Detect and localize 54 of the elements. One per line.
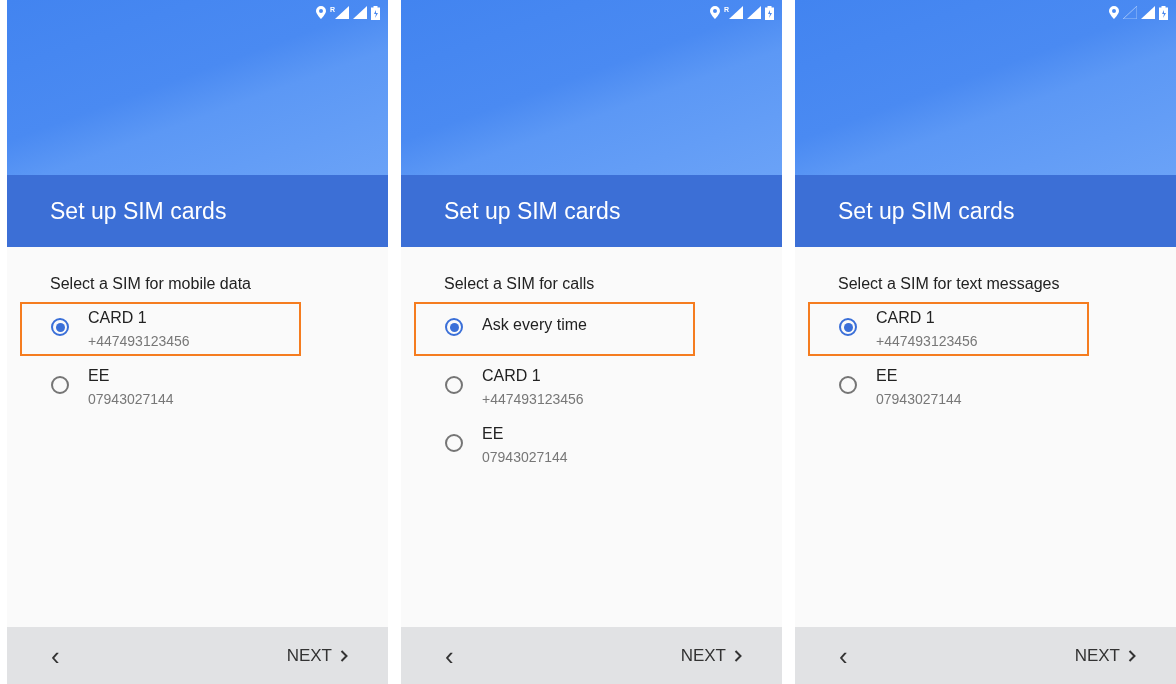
sim-option[interactable]: CARD 1 +447493123456 <box>808 302 1089 356</box>
next-button[interactable]: NEXT <box>286 645 348 666</box>
location-icon <box>315 6 326 19</box>
radio-button[interactable] <box>51 376 69 394</box>
chevron-right-icon <box>734 649 742 662</box>
radio-button[interactable] <box>839 376 857 394</box>
back-button[interactable]: ‹ <box>835 642 852 669</box>
prompt-text: Select a SIM for mobile data <box>49 275 252 293</box>
battery-icon <box>765 6 774 20</box>
radio-button[interactable] <box>445 318 463 336</box>
signal-icon <box>335 6 349 19</box>
phone-number: 07943027144 <box>482 449 568 465</box>
phone-number: 07943027144 <box>88 391 174 407</box>
signal-icon <box>1123 6 1137 19</box>
option-name: CARD 1 <box>482 367 542 385</box>
next-button[interactable]: NEXT <box>680 645 742 666</box>
location-icon <box>709 6 720 19</box>
phone-number: +447493123456 <box>876 333 978 349</box>
option-name: EE <box>876 367 899 385</box>
option-name: Ask every time <box>482 316 587 334</box>
screen-title: Set up SIM cards <box>444 197 621 225</box>
back-button[interactable]: ‹ <box>47 642 64 669</box>
chevron-right-icon <box>1128 649 1136 662</box>
phone-number: +447493123456 <box>482 391 584 407</box>
option-name: CARD 1 <box>876 309 936 327</box>
chevron-right-icon <box>340 649 348 662</box>
screen-title: Set up SIM cards <box>838 197 1015 225</box>
sim-option[interactable]: CARD 1 +447493123456 <box>20 302 301 356</box>
radio-button[interactable] <box>839 318 857 336</box>
sim-option[interactable]: EE 07943027144 <box>414 418 695 472</box>
option-name: EE <box>88 367 111 385</box>
signal-icon <box>747 6 761 19</box>
battery-icon <box>1159 6 1168 20</box>
radio-button[interactable] <box>445 376 463 394</box>
option-name: CARD 1 <box>88 309 148 327</box>
signal-icon <box>353 6 367 19</box>
back-button[interactable]: ‹ <box>441 642 458 669</box>
phone-number: 07943027144 <box>876 391 962 407</box>
next-button[interactable]: NEXT <box>1074 645 1136 666</box>
option-name: EE <box>482 425 505 443</box>
sim-option[interactable]: Ask every time <box>414 302 695 356</box>
sim-option[interactable]: EE 07943027144 <box>20 360 301 414</box>
radio-button[interactable] <box>51 318 69 336</box>
sim-option[interactable]: CARD 1 +447493123456 <box>414 360 695 414</box>
screen-title: Set up SIM cards <box>50 197 227 225</box>
phone-number: +447493123456 <box>88 333 190 349</box>
sim-option[interactable]: EE 07943027144 <box>808 360 1089 414</box>
battery-icon <box>371 6 380 20</box>
signal-icon <box>729 6 743 19</box>
prompt-text: Select a SIM for text messages <box>837 275 1061 293</box>
radio-button[interactable] <box>445 434 463 452</box>
location-icon <box>1109 6 1119 19</box>
prompt-text: Select a SIM for calls <box>443 275 596 293</box>
signal-icon <box>1141 6 1155 19</box>
